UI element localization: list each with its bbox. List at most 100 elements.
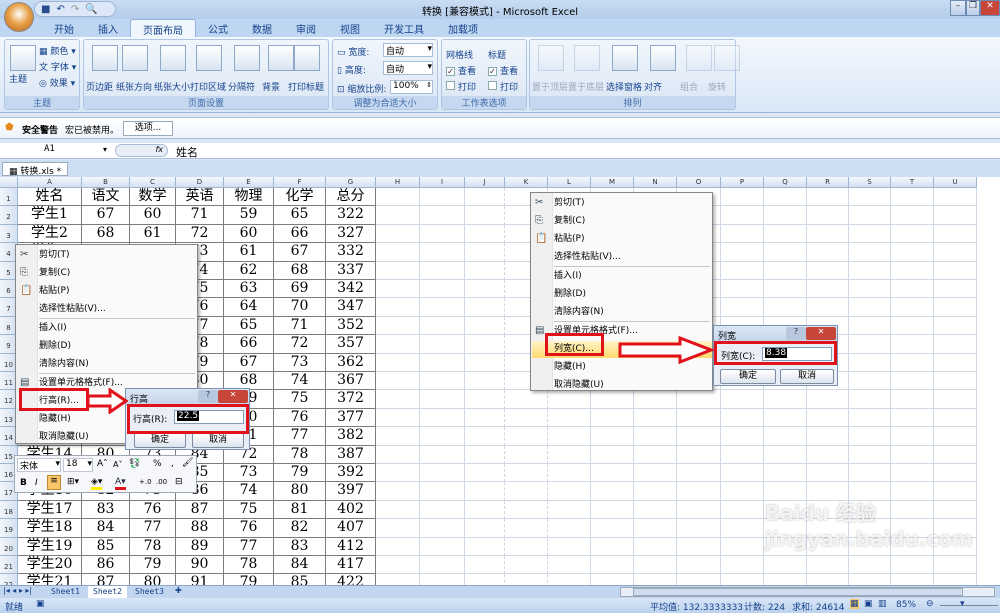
cell[interactable]: 60: [224, 224, 274, 244]
cell[interactable]: [891, 390, 934, 409]
cell[interactable]: 67: [82, 206, 130, 225]
save-icon[interactable]: ■: [41, 4, 50, 15]
currency-icon[interactable]: 💱: [129, 459, 140, 469]
cell[interactable]: [849, 243, 891, 262]
sheet-tab-sheet1[interactable]: Sheet1: [46, 586, 85, 598]
cell[interactable]: 化学: [274, 188, 326, 207]
cell[interactable]: 英语: [176, 188, 224, 207]
cell[interactable]: [849, 335, 891, 354]
cell[interactable]: 68: [274, 261, 326, 280]
cell[interactable]: [591, 500, 634, 520]
dialog-close-button[interactable]: ✕: [218, 390, 248, 403]
cell[interactable]: 71: [274, 316, 326, 336]
menu-item[interactable]: 粘贴(P): [39, 283, 189, 300]
cell[interactable]: 77: [224, 537, 274, 556]
cell[interactable]: [505, 556, 548, 575]
cell[interactable]: [891, 445, 934, 464]
cell[interactable]: [849, 574, 891, 585]
menu-item[interactable]: 清除内容(N): [39, 356, 189, 373]
cell[interactable]: [849, 408, 891, 428]
cell[interactable]: [420, 261, 465, 280]
row-header[interactable]: 21: [0, 556, 18, 575]
cell[interactable]: [891, 188, 934, 207]
cell[interactable]: [548, 427, 591, 446]
cell[interactable]: [376, 500, 420, 520]
cell[interactable]: [934, 482, 977, 501]
cell[interactable]: [934, 353, 977, 372]
grow-font-icon[interactable]: A˄: [97, 459, 108, 469]
cell[interactable]: 学生21: [18, 574, 82, 585]
cell[interactable]: [721, 556, 764, 575]
cell[interactable]: [849, 188, 891, 207]
height-select[interactable]: 自动 ▾: [383, 61, 433, 75]
cell[interactable]: [849, 206, 891, 225]
cell[interactable]: 76: [130, 500, 176, 520]
cell[interactable]: [807, 280, 849, 299]
cell[interactable]: [420, 316, 465, 336]
cell[interactable]: 86: [82, 556, 130, 575]
cell[interactable]: [465, 445, 505, 464]
cell[interactable]: 80: [274, 482, 326, 501]
help-button[interactable]: ?: [198, 390, 218, 403]
menu-item[interactable]: 插入(I): [554, 268, 704, 285]
horizontal-scrollbar[interactable]: [620, 587, 995, 597]
column-header[interactable]: J: [465, 177, 505, 188]
row-header[interactable]: 1: [0, 188, 18, 207]
cell[interactable]: 学生20: [18, 556, 82, 575]
cell[interactable]: [934, 390, 977, 409]
print-preview-icon[interactable]: 🔍: [85, 4, 97, 15]
cell[interactable]: 60: [130, 206, 176, 225]
cell[interactable]: [807, 206, 849, 225]
cell[interactable]: 65: [224, 316, 274, 336]
cell[interactable]: 87: [82, 574, 130, 585]
row-header[interactable]: 18: [0, 500, 18, 520]
cell[interactable]: [764, 261, 807, 280]
tab-5[interactable]: 审阅: [284, 19, 328, 38]
cell[interactable]: [849, 427, 891, 446]
cell[interactable]: [505, 408, 548, 428]
cell[interactable]: [548, 519, 591, 538]
cell[interactable]: [764, 427, 807, 446]
cell[interactable]: 397: [326, 482, 376, 501]
cell[interactable]: [465, 335, 505, 354]
close-button[interactable]: ✕: [980, 0, 1000, 16]
cell[interactable]: [807, 574, 849, 585]
cell[interactable]: 64: [224, 298, 274, 317]
cell[interactable]: [420, 224, 465, 244]
cell[interactable]: [465, 224, 505, 244]
format-painter-icon[interactable]: 🖌: [182, 458, 193, 468]
cell[interactable]: [934, 280, 977, 299]
cell[interactable]: [891, 243, 934, 262]
ribbon-button-0[interactable]: 置于顶层: [532, 80, 568, 93]
cell[interactable]: [465, 316, 505, 336]
cell[interactable]: [721, 261, 764, 280]
cell[interactable]: [764, 408, 807, 428]
cell[interactable]: [934, 574, 977, 585]
cell[interactable]: [420, 408, 465, 428]
undo-icon[interactable]: ↶: [56, 4, 64, 15]
cell[interactable]: [807, 390, 849, 409]
cell[interactable]: [849, 280, 891, 299]
cell[interactable]: [764, 482, 807, 501]
zoom-level[interactable]: 85%: [896, 600, 916, 610]
column-header[interactable]: A: [18, 177, 82, 188]
zoom-slider-thumb[interactable]: ▾: [960, 599, 965, 609]
row-header[interactable]: 19: [0, 519, 18, 538]
cell[interactable]: [376, 188, 420, 207]
cell[interactable]: 90: [176, 556, 224, 575]
headings-view-checkbox[interactable]: ✓ 查看: [488, 64, 518, 77]
cell[interactable]: 78: [224, 556, 274, 575]
percent-icon[interactable]: %: [153, 459, 162, 469]
cell[interactable]: 学生17: [18, 500, 82, 520]
name-box-dropdown-icon[interactable]: ▾: [103, 145, 107, 154]
row-header[interactable]: 20: [0, 537, 18, 556]
cell[interactable]: 337: [326, 261, 376, 280]
cell[interactable]: [505, 500, 548, 520]
cell[interactable]: [891, 316, 934, 336]
cell[interactable]: [505, 482, 548, 501]
ribbon-button-3[interactable]: 对齐: [644, 80, 662, 93]
cell[interactable]: [721, 482, 764, 501]
menu-item[interactable]: 删除(D): [554, 286, 704, 303]
ribbon-button-4[interactable]: 组合: [680, 80, 698, 93]
cell[interactable]: [934, 556, 977, 575]
